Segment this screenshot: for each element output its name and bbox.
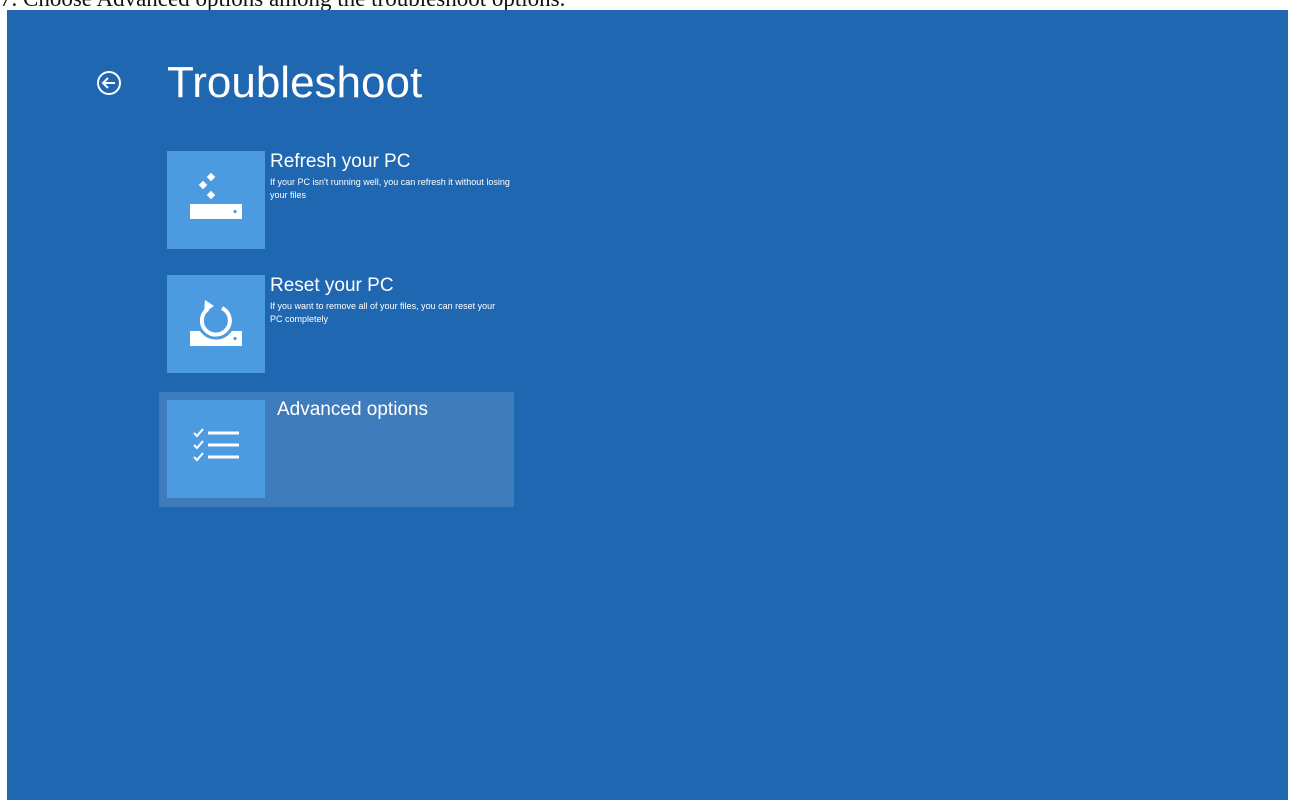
reset-pc-description: If you want to remove all of your files,… bbox=[270, 301, 496, 324]
reset-pc-title: Reset your PC bbox=[270, 275, 394, 296]
refresh-pc-tile bbox=[167, 151, 265, 249]
reset-pc-tile bbox=[167, 275, 265, 373]
reset-pc-icon bbox=[190, 300, 242, 346]
advanced-options-option[interactable]: Advanced options bbox=[159, 392, 514, 507]
instruction-caption: 7. Choose Advanced options among the tro… bbox=[0, 0, 1293, 10]
back-button[interactable] bbox=[96, 70, 122, 96]
refresh-pc-icon bbox=[190, 172, 242, 219]
advanced-options-tile bbox=[167, 400, 265, 498]
back-arrow-icon bbox=[97, 71, 121, 95]
refresh-pc-title: Refresh your PC bbox=[270, 151, 411, 172]
refresh-pc-option[interactable]: Refresh your PC If your PC isn't running… bbox=[159, 143, 514, 258]
advanced-options-title: Advanced options bbox=[277, 399, 429, 420]
troubleshoot-screen: Troubleshoot Refresh your PC If your PC … bbox=[7, 10, 1288, 800]
reset-pc-option[interactable]: Reset your PC If you want to remove all … bbox=[159, 267, 514, 382]
checklist-icon bbox=[193, 428, 239, 462]
refresh-pc-description: If your PC isn't running well, you can r… bbox=[270, 177, 510, 200]
page-title: Troubleshoot bbox=[167, 58, 423, 107]
